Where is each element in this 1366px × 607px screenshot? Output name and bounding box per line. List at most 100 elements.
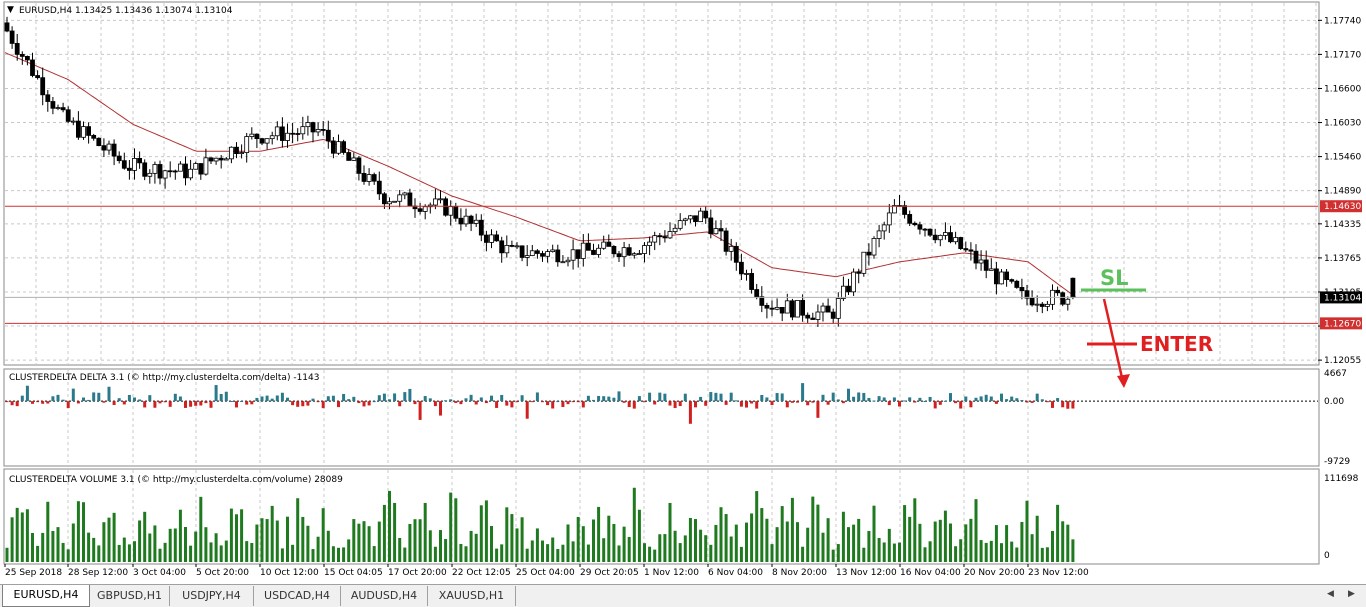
tab-usdcad-h4[interactable]: USDCAD,H4	[254, 586, 341, 606]
candle-body	[922, 228, 928, 231]
candle-body	[769, 307, 775, 310]
delta-bar	[352, 396, 356, 402]
delta-bar	[984, 394, 988, 402]
delta-bar	[122, 401, 126, 405]
volume-bar	[423, 502, 427, 562]
delta-bar	[959, 401, 963, 409]
candle-body	[489, 234, 494, 243]
tab-usdjpy-h4[interactable]: USDJPY,H4	[170, 586, 254, 606]
candle-body	[172, 170, 178, 173]
volume-bar	[15, 507, 19, 562]
candle-body	[973, 250, 979, 264]
tab-scroll-right-icon[interactable]: ▶	[1348, 589, 1355, 599]
volume-bar	[1015, 547, 1019, 562]
volume-bar	[459, 543, 463, 562]
candle-body	[978, 259, 984, 264]
candle-body	[254, 133, 260, 140]
tab-gbpusd-h1[interactable]: GBPUSD,H1	[90, 586, 170, 606]
candle-body	[397, 194, 403, 202]
volume-bar	[331, 546, 335, 562]
candle-body	[1019, 287, 1025, 292]
candle-body	[351, 157, 357, 161]
delta-bar	[734, 400, 738, 402]
time-label: 23 Nov 12:00	[1028, 568, 1089, 578]
delta-bar	[597, 395, 601, 402]
delta-bar	[1051, 401, 1054, 408]
tab-xauusd-h1[interactable]: XAUUSD,H1	[428, 586, 516, 606]
delta-bar	[1035, 393, 1039, 402]
delta-bar	[418, 401, 422, 420]
delta-bar	[5, 401, 9, 403]
candle-body	[611, 246, 617, 255]
volume-bar	[158, 548, 162, 562]
delta-bar	[714, 392, 718, 402]
candle-body	[994, 268, 999, 285]
delta-bar	[398, 401, 402, 407]
candle-body	[708, 217, 714, 235]
delta-bar	[102, 401, 106, 403]
delta-bar	[428, 398, 432, 402]
candle-body	[983, 259, 989, 271]
time-label: 28 Sep 12:00	[68, 568, 128, 578]
delta-bar	[699, 396, 703, 402]
delta-bar	[1056, 398, 1060, 402]
trading-chart[interactable]: 4667 0.00 -9729 111698 0 1.17740 1.17170 1.16…	[0, 0, 1366, 584]
volume-bar	[194, 531, 198, 562]
candle-body	[535, 250, 540, 254]
candle-body	[917, 224, 923, 230]
volume-bar	[189, 545, 193, 562]
candle-body	[560, 261, 566, 264]
delta-bar	[148, 395, 152, 402]
delta-bar	[260, 396, 264, 402]
candle-body	[269, 135, 275, 140]
candle-body	[529, 250, 535, 256]
delta-bar	[464, 398, 468, 402]
delta-bar	[760, 394, 764, 402]
volume-bar	[25, 509, 29, 562]
candle-body	[177, 163, 183, 172]
tab-audusd-h4[interactable]: AUDUSD,H4	[341, 586, 428, 606]
candle-body	[483, 234, 489, 243]
delta-bar	[979, 396, 983, 402]
volume-bar	[760, 508, 764, 562]
volume-bar	[546, 544, 550, 562]
delta-bar	[158, 401, 162, 404]
volume-bar	[265, 519, 269, 562]
tab-eurusd-h4[interactable]: EURUSD,H4	[2, 585, 90, 607]
candle-body	[290, 132, 296, 135]
delta-axis-label: 0.00	[1324, 397, 1344, 407]
delta-bar	[857, 392, 861, 402]
volume-bar	[1010, 541, 1014, 562]
symbol-tab-bar: EURUSD,H4 GBPUSD,H1 USDJPY,H4 USDCAD,H4 …	[0, 584, 1366, 607]
candle-body	[422, 206, 428, 212]
candle-body	[912, 222, 918, 226]
delta-bar	[739, 401, 743, 407]
candle-body	[953, 237, 958, 243]
delta-bar	[867, 397, 871, 402]
volume-bar	[316, 536, 320, 562]
delta-bar	[449, 399, 453, 402]
candle-body	[494, 234, 500, 242]
delta-bar	[938, 401, 942, 405]
delta-bar	[877, 396, 881, 402]
candle-body	[1060, 292, 1066, 305]
volume-bar	[10, 517, 14, 562]
candle-body	[167, 170, 173, 173]
delta-bar	[112, 401, 116, 405]
delta-bar	[704, 401, 708, 406]
candle-body	[295, 133, 301, 135]
volume-bar	[66, 549, 70, 562]
chart-menu-icon[interactable]: ▼	[7, 5, 14, 15]
volume-bar	[663, 534, 667, 562]
candle-body	[937, 234, 943, 241]
delta-bar	[964, 396, 968, 402]
candle-body	[881, 224, 887, 232]
delta-bar	[1025, 401, 1029, 403]
volume-bar	[214, 533, 218, 562]
volume-bar	[342, 547, 346, 562]
candle-body	[320, 128, 326, 131]
delta-bar	[367, 401, 371, 406]
volume-bar	[1051, 530, 1054, 562]
candle-body	[234, 146, 239, 155]
tab-scroll-left-icon[interactable]: ◀	[1327, 589, 1334, 599]
